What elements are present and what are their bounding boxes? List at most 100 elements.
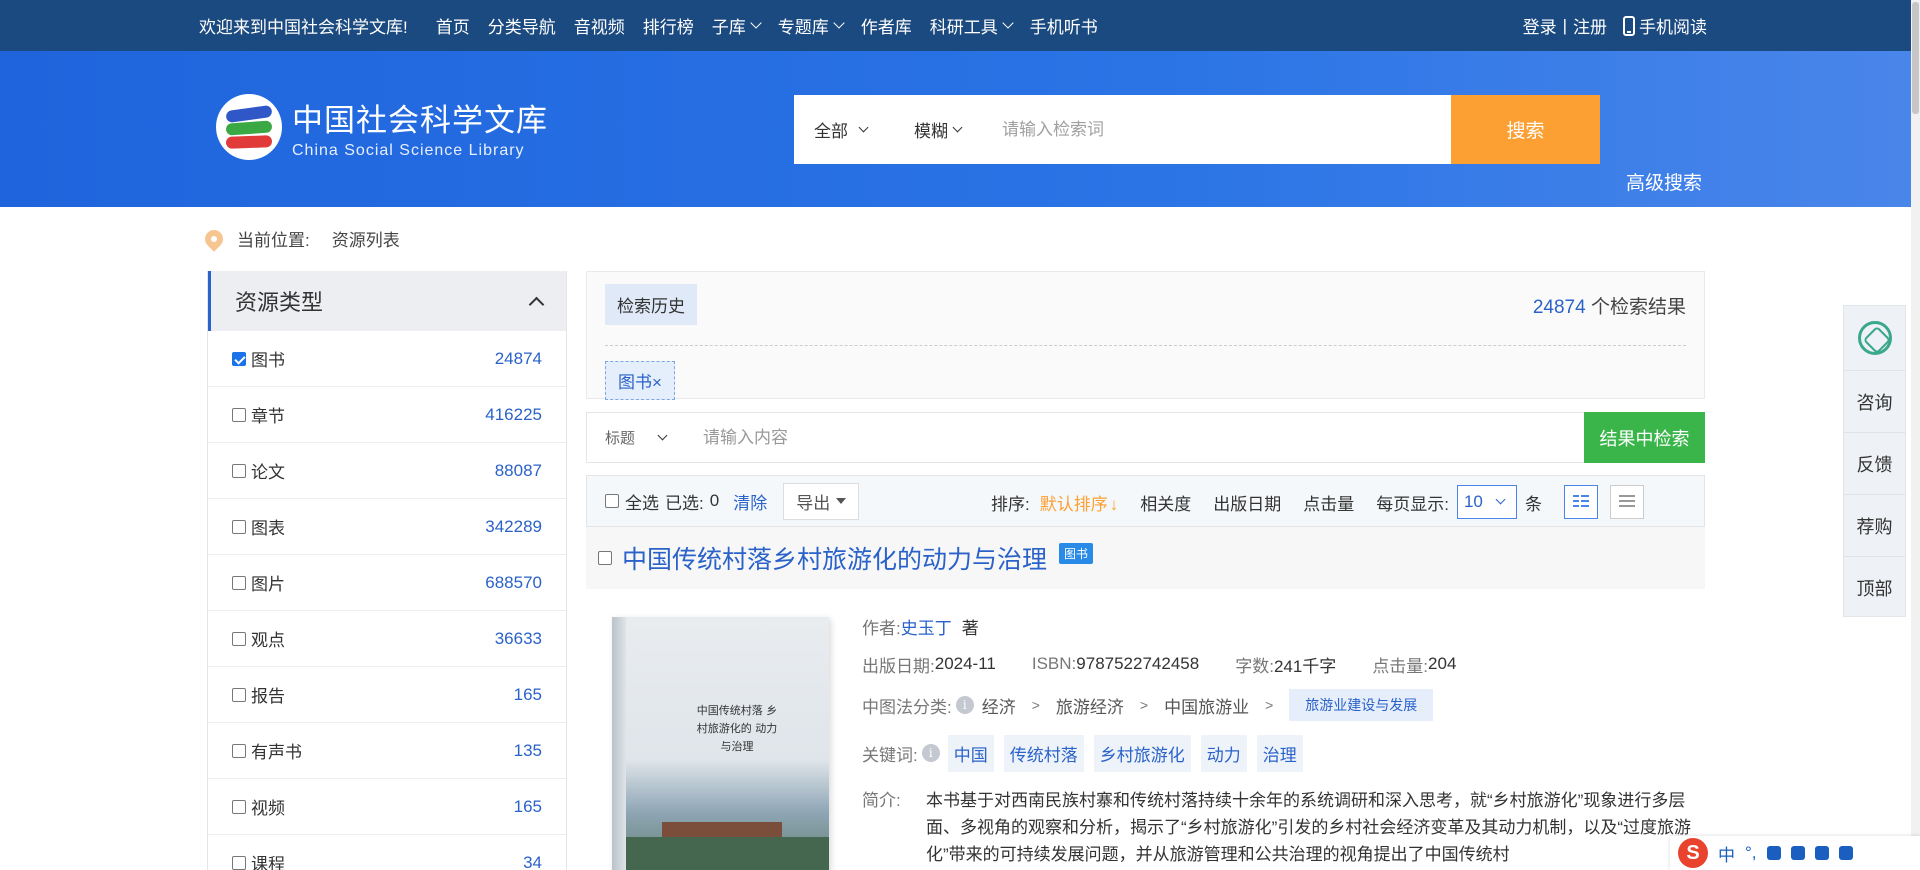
scrollbar-thumb[interactable] — [1912, 2, 1919, 114]
nav-home[interactable]: 首页 — [436, 13, 470, 38]
sidebar-item-label: 图书 — [251, 351, 285, 370]
sidebar-item-audiobook[interactable]: 有声书 135 — [208, 723, 566, 779]
checkbox[interactable] — [232, 687, 246, 702]
sidebar-item-chapter[interactable]: 章节 416225 — [208, 387, 566, 443]
sidebar-header[interactable]: 资源类型 — [208, 271, 566, 331]
close-icon[interactable]: × — [652, 373, 662, 392]
book-cover[interactable]: 中国传统村落 乡村旅游化的 动力与治理 — [612, 617, 829, 870]
grid-view-icon[interactable] — [1563, 485, 1598, 519]
page-scrollbar[interactable] — [1911, 0, 1920, 870]
nav-audiobook[interactable]: 手机听书 — [1030, 13, 1098, 38]
sidebar-item-report[interactable]: 报告 165 — [208, 667, 566, 723]
sidebar-item-video[interactable]: 视频 165 — [208, 779, 566, 835]
feedback-button[interactable]: 反馈 — [1844, 432, 1905, 494]
keyword-tag[interactable]: 传统村落 — [1003, 734, 1084, 772]
nav-tools[interactable]: 科研工具 — [930, 13, 1012, 38]
search-button[interactable]: 搜索 — [1451, 95, 1600, 164]
checkbox[interactable] — [232, 631, 246, 646]
ime-lang-toggle[interactable]: 中 — [1718, 841, 1735, 866]
sidebar-item-course[interactable]: 课程 34 — [208, 835, 566, 870]
select-all-checkbox[interactable] — [605, 494, 619, 508]
sort-default[interactable]: 默认排序 — [1040, 490, 1119, 515]
nav-sublib[interactable]: 子库 — [712, 13, 760, 38]
advanced-search-link[interactable]: 高级搜索 — [1626, 168, 1702, 195]
filter-input[interactable] — [697, 427, 1704, 448]
chevron-down-icon — [657, 430, 668, 440]
skin-icon[interactable] — [1814, 846, 1829, 860]
grid-menu-icon[interactable] — [1838, 846, 1853, 860]
publication-row: 出版日期: 2024-11 ISBN: 9787522742458 字数: 24… — [862, 645, 1692, 683]
sort-date[interactable]: 出版日期 — [1213, 490, 1281, 515]
checkbox[interactable] — [232, 463, 246, 478]
checkbox[interactable] — [232, 351, 246, 366]
per-page-label: 每页显示: — [1376, 494, 1449, 514]
recommend-purchase-button[interactable]: 荐购 — [1844, 494, 1905, 556]
nav-authors[interactable]: 作者库 — [861, 13, 912, 38]
sidebar-item-chart[interactable]: 图表 342289 — [208, 499, 566, 555]
checkbox[interactable] — [232, 799, 246, 814]
site-logo[interactable]: 中国社会科学文库 China Social Science Library — [216, 94, 548, 160]
cover-title: 中国传统村落 乡村旅游化的 动力与治理 — [696, 704, 778, 753]
sidebar-item-book[interactable]: 图书 24874 — [208, 331, 566, 387]
nav-category[interactable]: 分类导航 — [488, 13, 556, 38]
keyword-tag[interactable]: 动力 — [1200, 734, 1247, 772]
sort-clicks[interactable]: 点击量 — [1303, 490, 1354, 515]
classification-row: 中图法分类: i 经济 > 旅游经济 > 中国旅游业 > 旅游业建设与发展 — [862, 683, 1692, 727]
info-icon[interactable]: i — [921, 744, 940, 762]
keyword-tag[interactable]: 乡村旅游化 — [1093, 734, 1191, 772]
chevron-up-icon[interactable] — [528, 296, 545, 312]
filter-field-select[interactable]: 标题 — [587, 427, 697, 448]
checkbox[interactable] — [232, 575, 246, 590]
checkbox[interactable] — [232, 743, 246, 758]
consult-button[interactable]: 咨询 — [1844, 370, 1905, 432]
checkbox[interactable] — [232, 855, 246, 870]
clear-button[interactable]: 清除 — [733, 489, 767, 514]
login-link[interactable]: 登录 — [1523, 13, 1557, 38]
filter-chip-book[interactable]: 图书× — [605, 361, 675, 400]
search-mode-select[interactable]: 模糊 — [904, 95, 992, 164]
result-checkbox[interactable] — [598, 551, 612, 565]
select-all-label[interactable]: 全选 — [625, 489, 659, 514]
per-page-select[interactable]: 10 — [1456, 485, 1517, 519]
checkbox[interactable] — [232, 519, 246, 534]
search-history-button[interactable]: 检索历史 — [605, 284, 697, 325]
author-link[interactable]: 史玉丁 — [901, 614, 952, 639]
nav-ranking[interactable]: 排行榜 — [643, 13, 694, 38]
list-view-icon[interactable] — [1609, 485, 1644, 519]
result-title-link[interactable]: 中国传统村落乡村旅游化的动力与治理 — [622, 540, 1047, 576]
mobile-read-link[interactable]: 手机阅读 — [1623, 13, 1707, 38]
sidebar-item-viewpoint[interactable]: 观点 36633 — [208, 611, 566, 667]
search-mode-value: 模糊 — [914, 122, 948, 141]
sort-relevance[interactable]: 相关度 — [1140, 490, 1191, 515]
class-link[interactable]: 经济 — [982, 693, 1016, 718]
sogou-ime-icon[interactable]: S — [1678, 838, 1708, 868]
keyboard-icon[interactable] — [1790, 846, 1805, 860]
back-to-top-button[interactable]: 顶部 — [1844, 556, 1905, 618]
class-link[interactable]: 旅游经济 — [1056, 693, 1124, 718]
keyword-tag[interactable]: 中国 — [947, 734, 994, 772]
search-input[interactable] — [992, 95, 1451, 164]
nav-av[interactable]: 音视频 — [574, 13, 625, 38]
microphone-icon[interactable] — [1766, 846, 1781, 860]
info-icon[interactable]: i — [955, 696, 974, 714]
register-link[interactable]: 注册 — [1573, 13, 1607, 38]
class-leaf-link[interactable]: 旅游业建设与发展 — [1289, 689, 1434, 721]
search-scope-select[interactable]: 全部 — [794, 95, 904, 164]
sidebar-item-image[interactable]: 图片 688570 — [208, 555, 566, 611]
results-toolbar: 全选 已选: 0 清除 导出 排序: 默认排序 相关度 出版日期 点击量 每页显… — [586, 475, 1705, 527]
keyword-tag[interactable]: 治理 — [1256, 734, 1303, 772]
top-nav: 首页 分类导航 音视频 排行榜 子库 专题库 作者库 科研工具 手机听书 — [436, 13, 1116, 38]
nav-topic[interactable]: 专题库 — [778, 13, 843, 38]
pub-date: 2024-11 — [934, 654, 996, 673]
export-label: 导出 — [796, 493, 831, 513]
class-link[interactable]: 中国旅游业 — [1164, 693, 1249, 718]
caret-down-icon — [836, 498, 847, 504]
checkbox[interactable] — [232, 407, 246, 422]
selected-count: 0 — [709, 491, 720, 510]
ime-punct-toggle[interactable]: °, — [1745, 843, 1757, 863]
sidebar-item-paper[interactable]: 论文 88087 — [208, 443, 566, 499]
ai-assistant-button[interactable] — [1844, 306, 1905, 370]
words-label: 字数: — [1235, 656, 1274, 676]
search-within-results-button[interactable]: 结果中检索 — [1584, 412, 1705, 463]
export-dropdown[interactable]: 导出 — [783, 482, 860, 520]
